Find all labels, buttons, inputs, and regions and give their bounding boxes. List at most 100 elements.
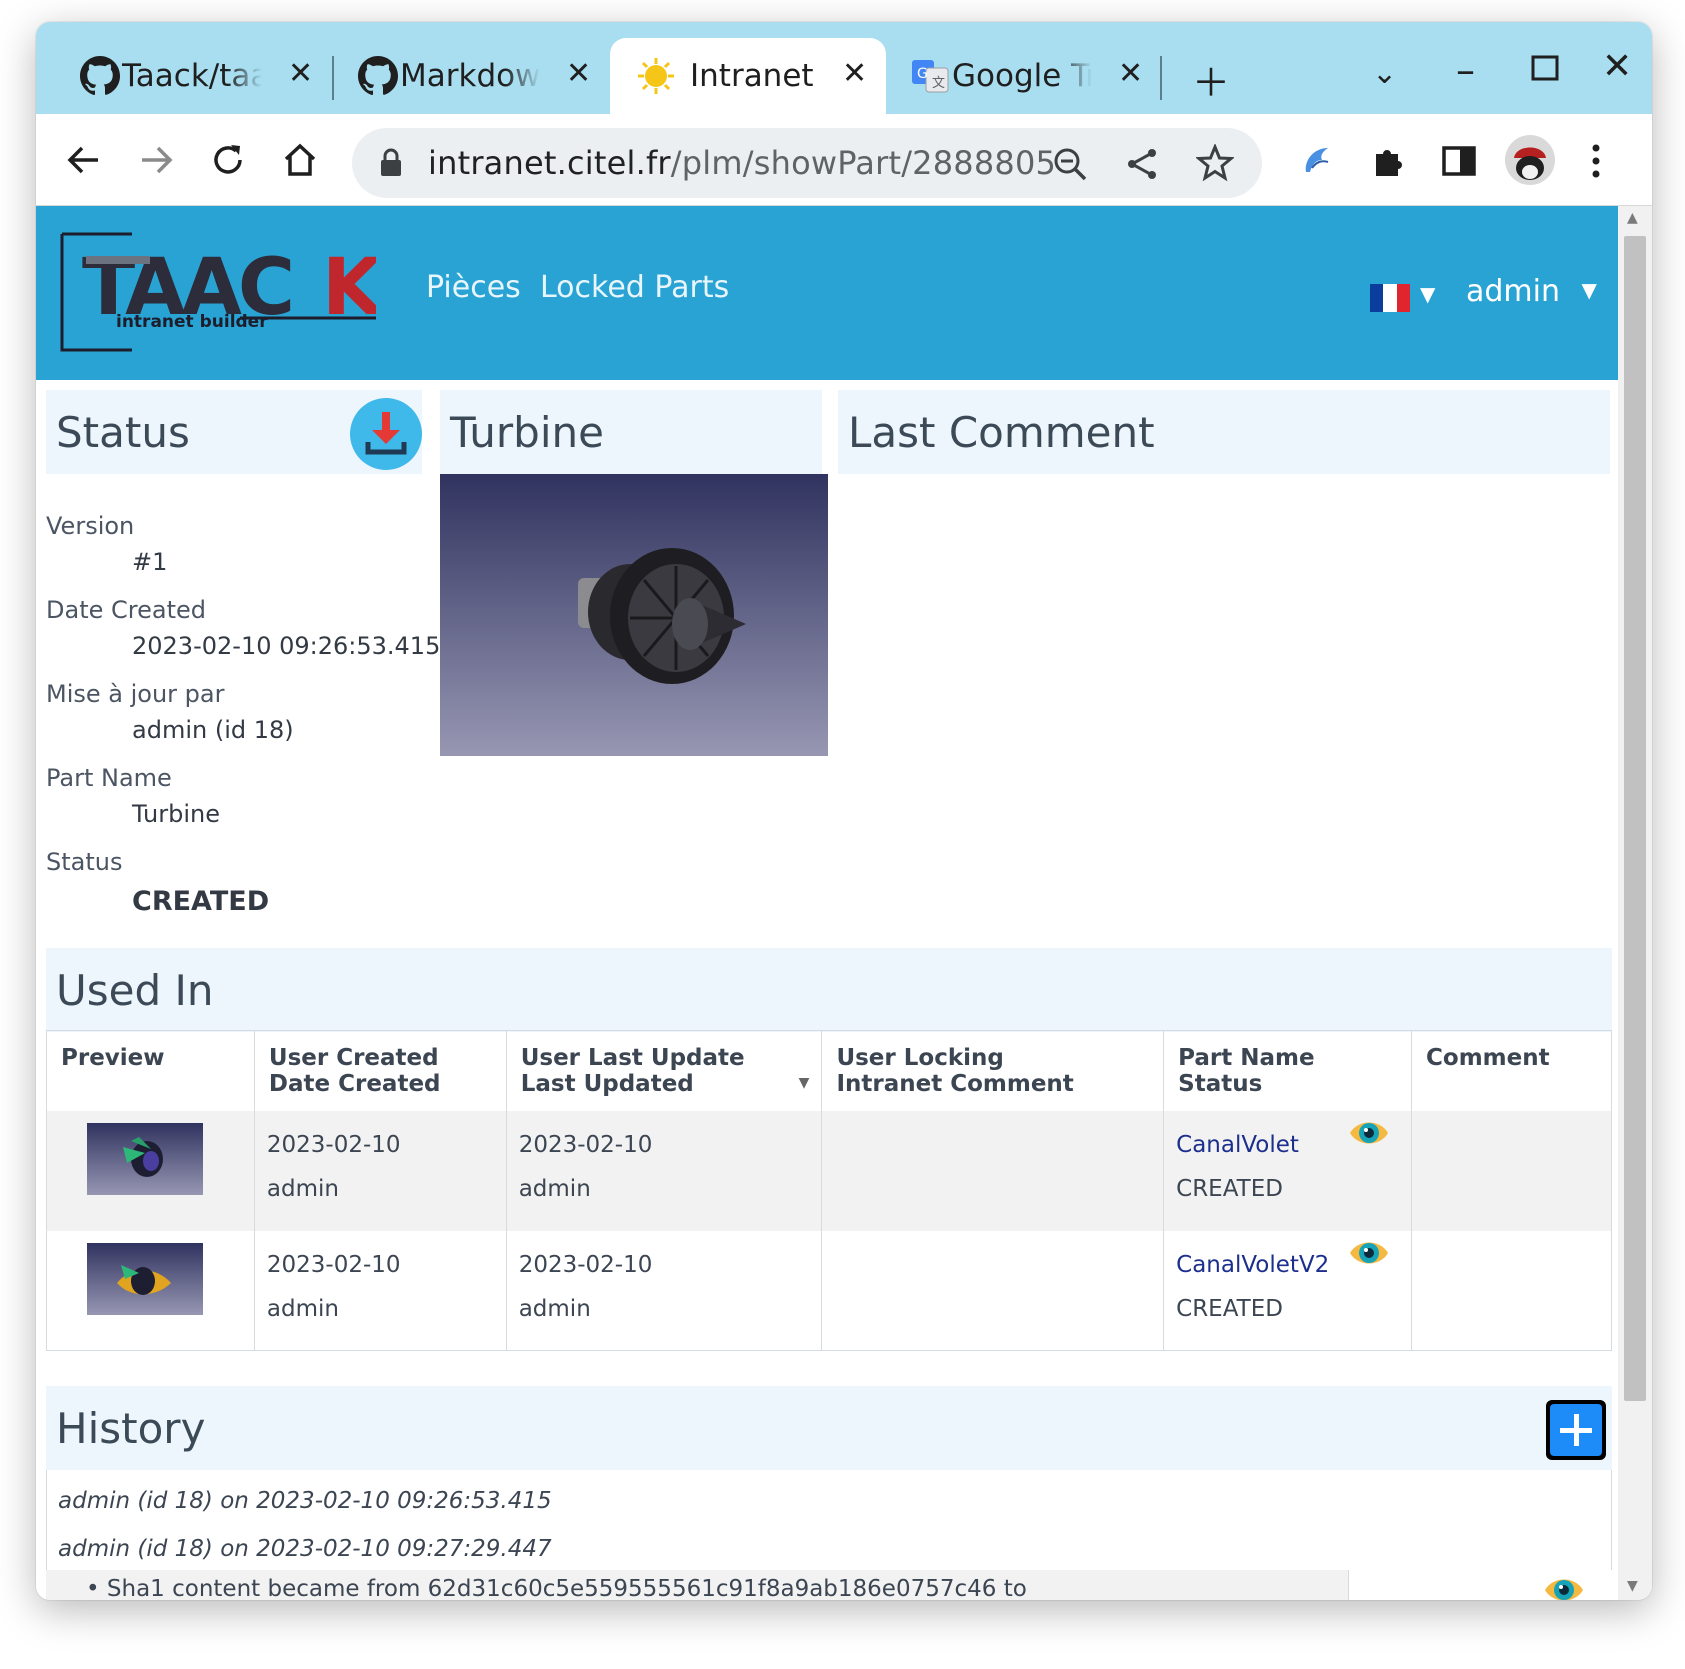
row-comment [1411,1110,1612,1231]
row-comment [1411,1230,1612,1351]
sun-icon [638,58,674,94]
row-preview-image[interactable] [87,1122,203,1195]
profile-avatar[interactable] [1504,134,1556,186]
tab-google-translate[interactable]: G 文 Google Translate ✕ [910,38,1143,114]
row-updated-date: 2023-02-10 [518,1251,653,1278]
app-logo[interactable]: TAAC K intranet builder [60,232,385,354]
field-value-part-name: Turbine [132,800,220,828]
comment-panel-header: Last Comment [838,390,1610,474]
scroll-up-icon[interactable]: ▲ [1627,210,1638,226]
column-header-part-name[interactable]: Part Name Status [1163,1030,1412,1111]
chevron-down-icon: ▼ [1581,278,1597,302]
table-row: 2023-02-10 admin 2023-02-10 admin CanalV… [46,1110,1612,1231]
close-icon[interactable]: ✕ [288,56,313,91]
scroll-down-icon[interactable]: ▼ [1627,1578,1638,1594]
preview-panel-title: Turbine [450,408,604,457]
extension-bird-icon[interactable] [1298,142,1336,180]
turbine-render-icon [578,548,746,684]
row-preview-image[interactable] [87,1242,203,1315]
column-header-created[interactable]: User Created Date Created [253,1030,507,1111]
table-row: 2023-02-10 admin 2023-02-10 admin CanalV… [46,1230,1612,1351]
field-label-status: Status [46,848,123,876]
tab-title: Intranet [690,58,814,94]
row-locking [821,1110,1164,1231]
column-header-last-update[interactable]: User Last Update Last Updated ▼ [505,1030,822,1111]
download-icon [365,412,407,455]
eye-icon[interactable] [1348,1117,1390,1149]
chevron-down-icon[interactable]: ▼ [1420,282,1435,306]
eye-icon[interactable] [1348,1237,1390,1269]
back-button[interactable] [58,134,110,186]
tab-markdown[interactable]: Markdown ✕ [358,38,591,114]
tab-taack[interactable]: Taack/taack-ui ✕ [80,38,313,114]
page-viewport: TAAC K intranet builder Pièces Locked Pa… [36,206,1618,1600]
extensions-puzzle-icon[interactable] [1370,142,1408,180]
zoom-out-icon[interactable] [1052,146,1088,182]
minimize-button[interactable]: – [1456,48,1475,92]
row-part: CanalVoletV2 CREATED [1163,1230,1412,1351]
row-updated: 2023-02-10 admin [505,1110,822,1231]
row-part-status: CREATED [1176,1175,1283,1202]
new-tab-button[interactable]: ＋ [1192,52,1230,107]
reload-icon [214,145,242,174]
language-flag-fr[interactable] [1370,284,1410,312]
nav-link-pieces[interactable]: Pièces [426,270,521,305]
column-header-label: Preview [61,1045,165,1071]
row-updated-date: 2023-02-10 [518,1131,653,1158]
nav-link-locked-parts[interactable]: Locked Parts [540,270,729,305]
taack-logo-icon: TAAC K [60,232,385,352]
history-change-text: • Sha1 content became from 62d31c60c5e55… [86,1576,1027,1600]
svg-text:文: 文 [932,76,945,91]
google-translate-icon: G 文 [912,60,949,93]
field-value-status: CREATED [132,886,270,917]
row-updated-user: admin [518,1295,591,1322]
tab-search-chevron-icon[interactable]: ⌄ [1372,56,1397,91]
home-button[interactable] [274,134,326,186]
maximize-button[interactable] [1530,54,1560,84]
arrow-left-icon [67,146,98,174]
scrollbar-thumb[interactable] [1624,236,1646,1401]
lock-icon[interactable] [378,148,404,178]
column-header-comment[interactable]: Comment [1411,1030,1612,1111]
field-value-date-created: 2023-02-10 09:26:53.415 [132,632,441,660]
tab-title: Taack/taack-ui [122,58,262,94]
url-path: /plm/showPart/2888805 [670,144,1057,182]
browser-toolbar: intranet.citel.fr/plm/showPart/2888805 [36,114,1652,206]
github-icon [358,56,398,96]
url-host: intranet.citel.fr [428,144,671,182]
forward-button[interactable] [130,134,182,186]
side-panel-icon[interactable] [1440,142,1478,180]
row-created: 2023-02-10 admin [253,1110,507,1231]
used-in-table: Preview User Created Date Created User L… [46,1030,1612,1351]
sort-desc-icon[interactable]: ▼ [799,1075,810,1091]
history-change-value: Sha1 content became from 62d31c60c5e5595… [106,1576,1027,1600]
eye-icon[interactable] [1543,1574,1585,1600]
part-thumbnail-icon [123,1136,163,1177]
tab-intranet[interactable]: Intranet ✕ [610,38,886,114]
url-text[interactable]: intranet.citel.fr/plm/showPart/2888805 [428,144,1056,182]
user-menu[interactable]: admin ▼ [1466,274,1597,309]
browser-menu-icon[interactable] [1590,142,1602,180]
svg-text:G: G [917,66,928,82]
bookmark-star-icon[interactable] [1196,144,1234,182]
close-icon[interactable]: ✕ [1118,56,1143,91]
field-label-part-name: Part Name [46,764,172,792]
tab-title: Markdown [400,58,540,94]
share-icon[interactable] [1124,146,1160,182]
add-history-button[interactable] [1546,1400,1606,1460]
status-panel-title: Status [56,408,190,457]
close-icon[interactable]: ✕ [842,56,867,91]
row-preview [46,1110,255,1231]
page-scrollbar[interactable]: ▲ ▼ [1618,206,1652,1600]
user-name: admin [1466,274,1560,309]
part-preview-image[interactable] [440,474,828,756]
address-bar[interactable]: intranet.citel.fr/plm/showPart/2888805 [352,128,1262,198]
close-icon[interactable]: ✕ [566,56,591,91]
column-header-preview[interactable]: Preview [46,1030,255,1111]
download-button[interactable] [350,398,422,470]
reload-button[interactable] [202,134,254,186]
column-header-locking[interactable]: User Locking Intranet Comment [821,1030,1164,1111]
tab-title: Google Translate [952,58,1092,94]
close-window-button[interactable]: ✕ [1602,46,1632,87]
browser-window: Taack/taack-ui ✕ Markdown ✕ Intranet ✕ [36,22,1652,1600]
